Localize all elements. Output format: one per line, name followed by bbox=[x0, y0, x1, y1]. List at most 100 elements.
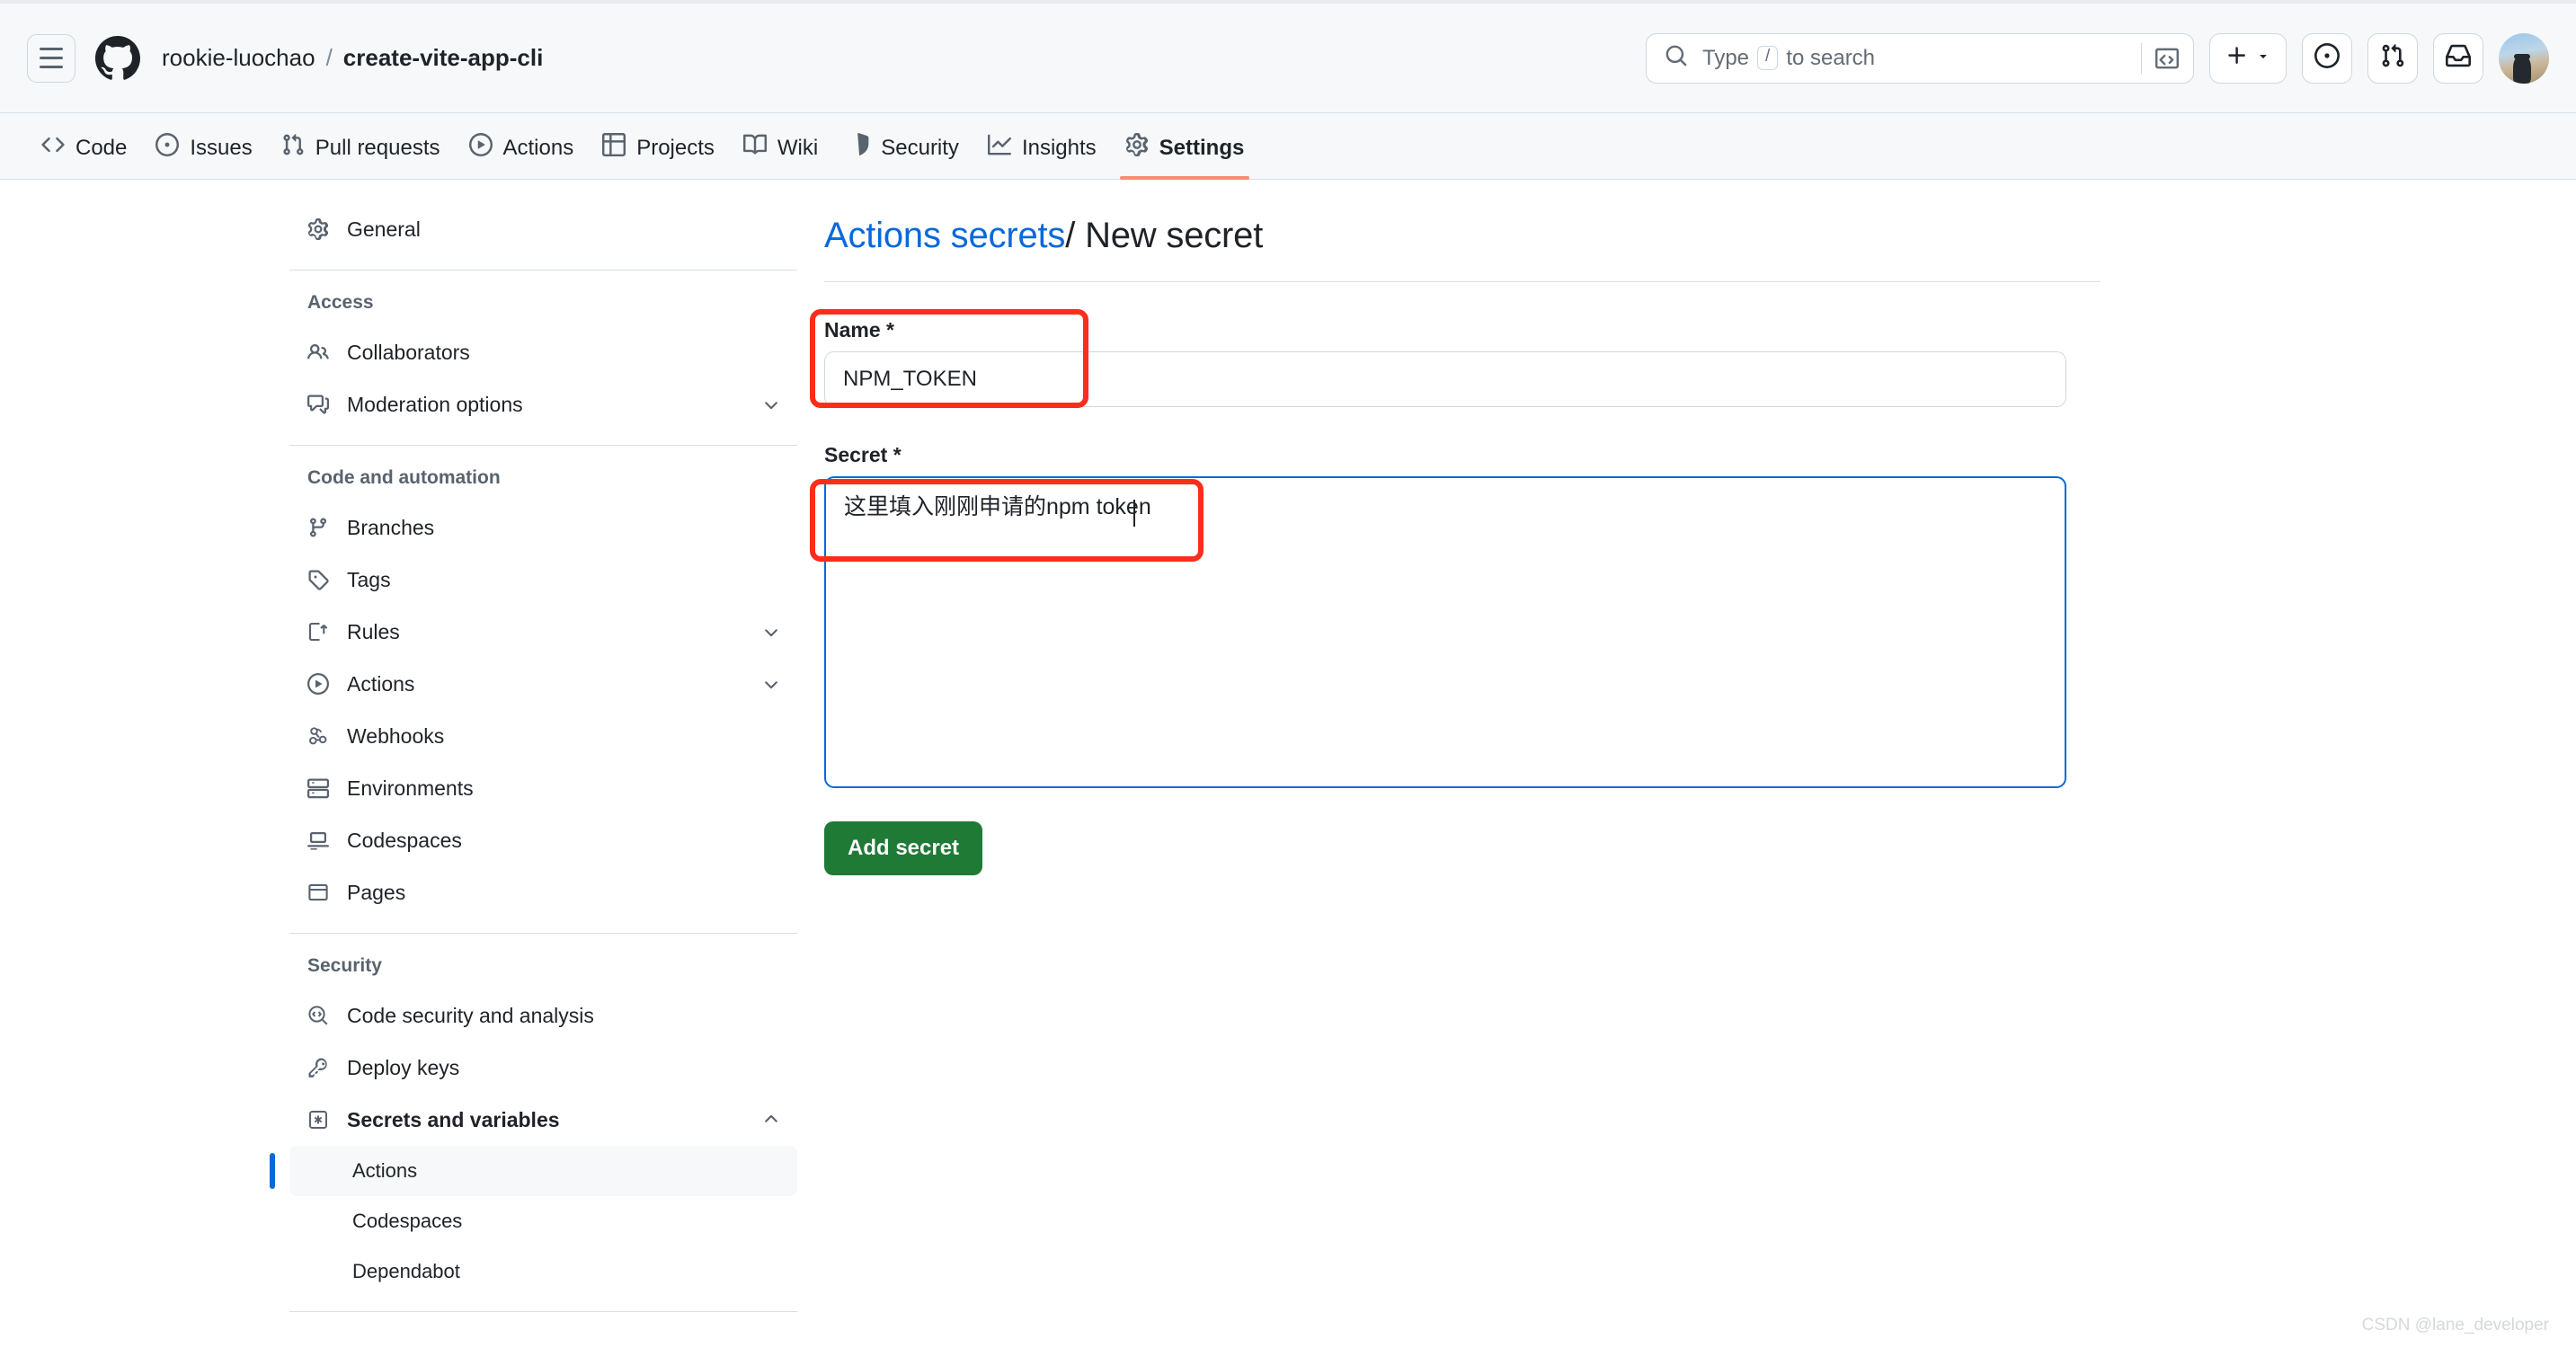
sidebar-divider bbox=[289, 933, 797, 934]
title-separator: / bbox=[1065, 216, 1076, 255]
sidebar-item-moderation-options[interactable]: Moderation options bbox=[289, 378, 797, 430]
tab-label: Projects bbox=[636, 135, 715, 160]
breadcrumb-repo[interactable]: create-vite-app-cli bbox=[343, 44, 544, 72]
global-header: rookie-luochao / create-vite-app-cli Typ… bbox=[0, 4, 2576, 113]
sidebar-item-label: Environments bbox=[347, 776, 474, 800]
sidebar-group-code-and-automation: Code and automation bbox=[307, 467, 501, 488]
name-field-label: Name * bbox=[824, 318, 894, 341]
browser-icon bbox=[307, 882, 338, 903]
git-pull-request-icon bbox=[2380, 43, 2405, 73]
tab-label: Pull requests bbox=[315, 135, 440, 160]
search-placeholder-prefix: Type bbox=[1702, 45, 1750, 70]
search-placeholder-suffix: to search bbox=[1786, 45, 1876, 70]
tab-label: Wiki bbox=[777, 135, 819, 160]
sidebar-item-branches[interactable]: Branches bbox=[289, 501, 797, 554]
inbox-icon bbox=[2446, 43, 2471, 73]
code-search-icon bbox=[307, 1005, 338, 1026]
header-actions: Type / to search bbox=[1646, 32, 2549, 84]
secret-field-label: Secret * bbox=[824, 443, 902, 466]
tab-projects[interactable]: Projects bbox=[588, 133, 729, 179]
sidebar-item-label: Pages bbox=[347, 880, 406, 904]
sidebar-item-label: Tags bbox=[347, 567, 391, 591]
tab-label: Settings bbox=[1159, 135, 1245, 160]
play-icon bbox=[468, 133, 493, 163]
page-body: General Access Collaborators Moderation … bbox=[0, 180, 2576, 1326]
sidebar-item-secrets-and-variables[interactable]: Secrets and variables bbox=[289, 1094, 797, 1146]
sidebar-divider bbox=[289, 1311, 797, 1312]
repo-nav: Code Issues Pull requests Actions Projec… bbox=[0, 113, 2576, 180]
plus-icon bbox=[2225, 44, 2249, 72]
sidebar-item-actions[interactable]: Actions bbox=[289, 658, 797, 710]
tag-icon bbox=[307, 569, 338, 590]
sidebar-item-label: Code security and analysis bbox=[347, 1003, 594, 1027]
tab-settings[interactable]: Settings bbox=[1111, 133, 1259, 180]
sidebar-subitem-label: Dependabot bbox=[352, 1260, 460, 1282]
breadcrumb-actions-secrets-link[interactable]: Actions secrets bbox=[824, 216, 1065, 255]
chevron-up-icon[interactable] bbox=[761, 1110, 781, 1130]
secret-field-block: Secret * bbox=[810, 443, 2101, 793]
tab-actions[interactable]: Actions bbox=[455, 133, 589, 179]
sidebar-subitem-dependabot[interactable]: Dependabot bbox=[289, 1246, 797, 1297]
tab-label: Security bbox=[881, 135, 959, 160]
breadcrumb-separator: / bbox=[325, 44, 333, 71]
sidebar-divider bbox=[289, 445, 797, 446]
sidebar-item-label: Collaborators bbox=[347, 340, 470, 364]
sidebar-item-label: Webhooks bbox=[347, 723, 445, 748]
settings-sidebar: General Access Collaborators Moderation … bbox=[270, 203, 797, 1326]
title-current: New secret bbox=[1085, 216, 1264, 255]
sidebar-item-label: Deploy keys bbox=[347, 1055, 460, 1079]
github-logo-icon[interactable] bbox=[95, 35, 140, 81]
tab-wiki[interactable]: Wiki bbox=[729, 133, 832, 179]
pull-requests-button[interactable] bbox=[2367, 32, 2418, 84]
people-icon bbox=[307, 341, 338, 363]
sidebar-item-codespaces[interactable]: Codespaces bbox=[289, 814, 797, 866]
tab-issues[interactable]: Issues bbox=[141, 133, 266, 179]
tab-security[interactable]: Security bbox=[832, 133, 973, 179]
sidebar-item-tags[interactable]: Tags bbox=[289, 554, 797, 606]
tab-code[interactable]: Code bbox=[27, 133, 141, 179]
issues-button[interactable] bbox=[2302, 32, 2352, 84]
secret-textarea[interactable] bbox=[824, 476, 2066, 788]
sidebar-item-rules[interactable]: Rules bbox=[289, 606, 797, 658]
avatar[interactable] bbox=[2499, 32, 2549, 84]
webhook-icon bbox=[307, 725, 338, 747]
sidebar-item-deploy-keys[interactable]: Deploy keys bbox=[289, 1042, 797, 1094]
text-cursor bbox=[1133, 500, 1135, 527]
command-palette-icon[interactable] bbox=[2155, 47, 2179, 70]
sidebar-item-environments[interactable]: Environments bbox=[289, 762, 797, 814]
sidebar-item-webhooks[interactable]: Webhooks bbox=[289, 710, 797, 762]
tab-pull-requests[interactable]: Pull requests bbox=[267, 133, 455, 179]
chevron-down-icon[interactable] bbox=[761, 674, 781, 694]
create-new-button[interactable] bbox=[2209, 32, 2287, 84]
hamburger-icon[interactable] bbox=[27, 33, 76, 83]
rules-icon bbox=[307, 621, 338, 643]
name-field-block: Name * bbox=[810, 309, 2101, 408]
slash-key-hint: / bbox=[1757, 46, 1779, 70]
sidebar-item-collaborators[interactable]: Collaborators bbox=[289, 326, 797, 378]
main-content: Actions secrets/ New secret Name * Secre… bbox=[810, 203, 2101, 1326]
sidebar-subitem-label: Codespaces bbox=[352, 1210, 463, 1232]
tab-insights[interactable]: Insights bbox=[973, 133, 1111, 179]
graph-icon bbox=[987, 133, 1011, 163]
comment-discussion-icon bbox=[307, 394, 338, 415]
gear-icon bbox=[1125, 133, 1149, 163]
sidebar-item-code-security-and-analysis[interactable]: Code security and analysis bbox=[289, 989, 797, 1042]
asterisk-box-icon bbox=[307, 1109, 338, 1131]
sidebar-subitem-actions[interactable]: Actions bbox=[270, 1146, 797, 1196]
sidebar-item-pages[interactable]: Pages bbox=[289, 866, 797, 918]
search-input[interactable]: Type / to search bbox=[1646, 32, 2194, 84]
chevron-down-icon[interactable] bbox=[761, 395, 781, 414]
breadcrumb-owner[interactable]: rookie-luochao bbox=[162, 44, 315, 72]
chevron-down-icon[interactable] bbox=[761, 622, 781, 642]
page-title: Actions secrets/ New secret bbox=[824, 216, 2101, 282]
sidebar-subitem-label: Actions bbox=[352, 1159, 418, 1182]
add-secret-button[interactable]: Add secret bbox=[824, 821, 983, 875]
notifications-button[interactable] bbox=[2433, 32, 2483, 84]
sidebar-item-general[interactable]: General bbox=[289, 203, 797, 255]
sidebar-subitem-codespaces[interactable]: Codespaces bbox=[289, 1196, 797, 1246]
name-input[interactable] bbox=[824, 351, 2066, 407]
tab-label: Insights bbox=[1021, 135, 1097, 160]
play-icon bbox=[307, 673, 338, 695]
sidebar-item-label: Codespaces bbox=[347, 828, 462, 852]
sidebar-item-label: Secrets and variables bbox=[347, 1107, 560, 1131]
